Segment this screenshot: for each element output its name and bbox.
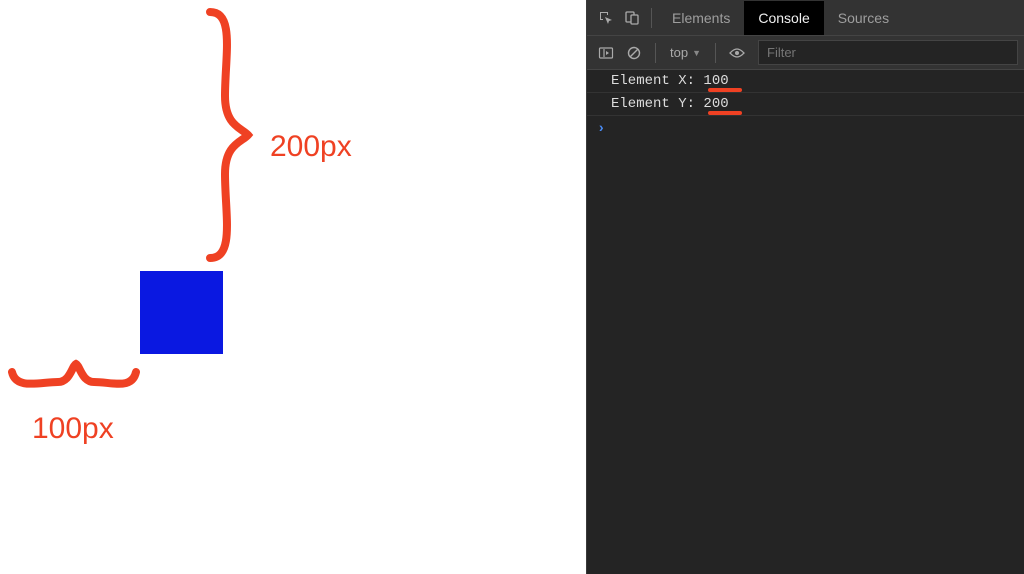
console-toolbar: top ▼ <box>587 36 1024 70</box>
device-toggle-icon[interactable] <box>619 5 645 31</box>
context-label: top <box>670 45 688 60</box>
filter-input[interactable] <box>758 40 1018 65</box>
execution-context-selector[interactable]: top ▼ <box>664 45 707 60</box>
annotation-underline-icon <box>708 111 742 115</box>
separator <box>651 8 652 28</box>
toggle-sidebar-icon[interactable] <box>593 40 619 66</box>
tab-elements[interactable]: Elements <box>658 1 744 35</box>
target-element-square <box>140 271 223 354</box>
filter-field-wrapper <box>758 40 1018 65</box>
console-output[interactable]: Element X: 100 Element Y: 200 › <box>587 70 1024 574</box>
console-log-row: Element X: 100 <box>587 70 1024 93</box>
chevron-down-icon: ▼ <box>692 48 701 58</box>
log-label: Element X: <box>611 73 703 89</box>
log-value: 100 <box>703 73 728 89</box>
brace-horizontal-icon <box>6 356 142 410</box>
devtools-panel: Elements Console Sources top ▼ Element X… <box>586 0 1024 574</box>
rendered-page: 200px 100px <box>0 0 586 574</box>
annotation-underline-icon <box>708 88 742 92</box>
live-expression-eye-icon[interactable] <box>724 40 750 66</box>
separator <box>655 43 656 63</box>
clear-console-icon[interactable] <box>621 40 647 66</box>
console-prompt[interactable]: › <box>587 116 1024 142</box>
log-label: Element Y: <box>611 96 703 112</box>
log-value: 200 <box>703 96 728 112</box>
tab-console[interactable]: Console <box>744 1 823 35</box>
console-log-row: Element Y: 200 <box>587 93 1024 116</box>
inspect-element-icon[interactable] <box>593 5 619 31</box>
devtools-tabbar: Elements Console Sources <box>587 0 1024 36</box>
separator <box>715 43 716 63</box>
annotation-left-offset: 100px <box>32 412 114 446</box>
tab-sources[interactable]: Sources <box>824 1 903 35</box>
annotation-top-offset: 200px <box>270 130 352 164</box>
brace-vertical-icon <box>180 6 260 264</box>
